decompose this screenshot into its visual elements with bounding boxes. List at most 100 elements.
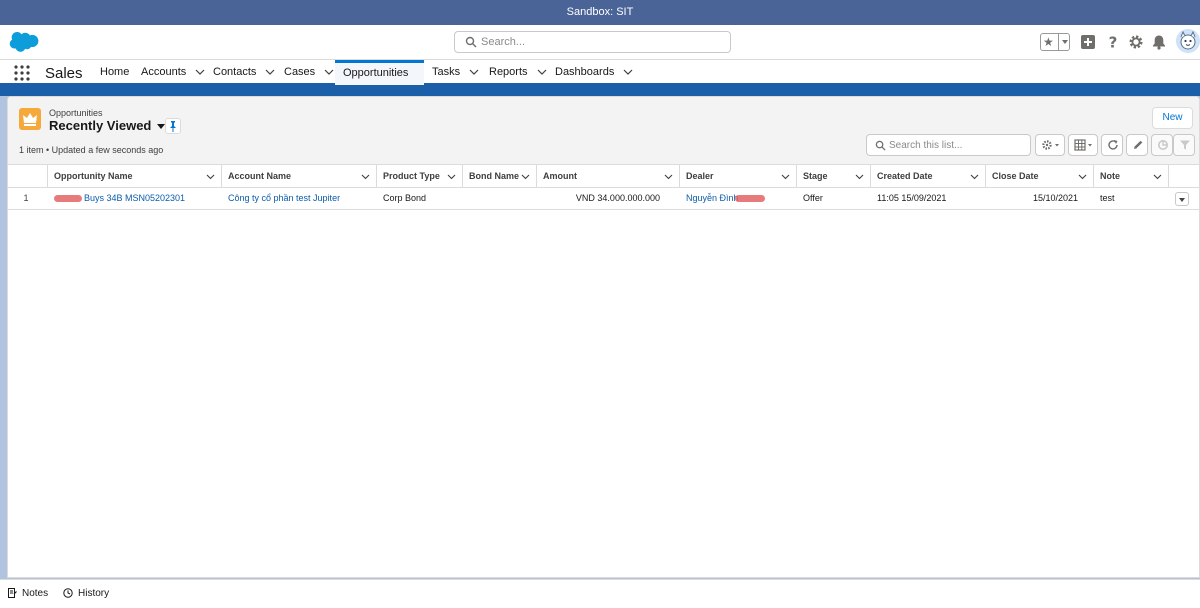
object-label: Opportunities xyxy=(49,108,103,118)
refresh-button[interactable] xyxy=(1101,134,1123,156)
column-header-label: Created Date xyxy=(877,171,933,181)
column-header-product-type[interactable]: Product Type xyxy=(377,165,463,188)
chevron-down-icon[interactable] xyxy=(623,67,633,77)
utility-item-notes[interactable]: Notes xyxy=(8,588,48,599)
nav-item-label: Tasks xyxy=(432,66,461,78)
global-search-input[interactable] xyxy=(481,34,721,50)
column-header-close-date[interactable]: Close Date xyxy=(986,165,1094,188)
column-header-dealer[interactable]: Dealer xyxy=(680,165,797,188)
row-actions-dropdown[interactable] xyxy=(1175,192,1189,206)
list-settings-button[interactable] xyxy=(1035,134,1065,156)
global-search[interactable] xyxy=(454,31,731,53)
favorites-button[interactable]: ★ xyxy=(1040,33,1070,51)
stage-text: Offer xyxy=(803,193,823,203)
opportunity-name-link[interactable]: Buys 34B MSN05202301 xyxy=(48,188,222,209)
dealer-link[interactable]: Nguyễn Đình xyxy=(680,188,797,209)
nav-item-opportunities[interactable]: Opportunities xyxy=(335,60,424,97)
chevron-down-icon[interactable] xyxy=(324,67,334,77)
close-date-cell: 15/10/2021 xyxy=(986,188,1086,209)
nav-item-cases[interactable]: Cases xyxy=(276,60,342,85)
chevron-down-icon[interactable] xyxy=(361,172,370,181)
inline-edit-button[interactable] xyxy=(1126,134,1148,156)
help-icon[interactable]: ? xyxy=(1105,34,1121,50)
nav-item-reports[interactable]: Reports xyxy=(481,60,555,85)
chevron-down-icon[interactable] xyxy=(855,172,864,181)
sandbox-banner: Sandbox: SIT xyxy=(0,0,1200,25)
list-view-selector[interactable]: Recently Viewed xyxy=(49,118,166,133)
search-icon xyxy=(465,36,477,48)
utility-bar: Notes History xyxy=(0,579,1200,608)
pencil-icon xyxy=(1134,140,1143,149)
favorites-dropdown-icon[interactable] xyxy=(1058,34,1070,50)
clock-icon xyxy=(63,588,73,599)
charts-button[interactable] xyxy=(1151,134,1173,156)
created-date-cell: 11:05 15/09/2021 xyxy=(871,188,986,209)
user-avatar[interactable] xyxy=(1176,29,1200,53)
utility-item-label: History xyxy=(78,588,110,599)
column-header-stage[interactable]: Stage xyxy=(797,165,871,188)
opportunity-object-icon xyxy=(19,108,41,130)
column-header-label: Opportunity Name xyxy=(54,171,133,181)
nav-item-label: Cases xyxy=(284,66,316,78)
salesforce-logo[interactable] xyxy=(9,32,39,53)
new-opportunity-button[interactable]: New xyxy=(1152,107,1193,129)
column-header-bond-name[interactable]: Bond Name xyxy=(463,165,537,188)
chevron-down-icon[interactable] xyxy=(195,67,205,77)
add-icon[interactable] xyxy=(1080,34,1096,50)
column-header-note[interactable]: Note xyxy=(1094,165,1169,188)
nav-item-label: Accounts xyxy=(141,66,187,78)
notifications-bell-icon[interactable] xyxy=(1151,34,1167,50)
column-header-amount[interactable]: Amount xyxy=(537,165,680,188)
chevron-down-icon[interactable] xyxy=(469,67,479,77)
created-date-text: 11:05 15/09/2021 xyxy=(877,193,947,203)
gear-icon[interactable] xyxy=(1128,34,1144,50)
list-search-input[interactable] xyxy=(889,138,1027,152)
account-name-link[interactable]: Công ty cổ phần test Jupiter xyxy=(222,188,377,209)
chevron-down-icon[interactable] xyxy=(1078,172,1087,181)
amount-text: VND 34.000.000.000 xyxy=(575,193,660,203)
nav-item-label: Reports xyxy=(489,66,528,78)
column-header-label: Close Date xyxy=(992,171,1039,181)
nav-item-home[interactable]: Home xyxy=(92,60,137,85)
astro-avatar-icon xyxy=(1176,29,1200,53)
nav-item-label: Opportunities xyxy=(343,67,409,79)
row-number-header xyxy=(8,165,48,188)
table-row[interactable]: 1 Buys 34B MSN05202301 Công ty cổ phần t… xyxy=(8,188,1199,210)
chevron-down-icon[interactable] xyxy=(521,172,530,181)
list-item-count-status: 1 item • Updated a few seconds ago xyxy=(19,145,164,155)
redaction-mark xyxy=(54,195,82,203)
nav-item-accounts[interactable]: Accounts xyxy=(133,60,213,85)
pin-list-view-button[interactable] xyxy=(165,118,181,134)
chevron-down-icon[interactable] xyxy=(1153,172,1162,181)
refresh-icon xyxy=(1108,140,1118,150)
display-as-button[interactable] xyxy=(1068,134,1098,156)
redaction-mark xyxy=(734,195,765,203)
column-header-account-name[interactable]: Account Name xyxy=(222,165,377,188)
chevron-down-icon[interactable] xyxy=(206,172,215,181)
utility-item-history[interactable]: History xyxy=(63,588,109,599)
chevron-down-icon[interactable] xyxy=(781,172,790,181)
nav-item-dashboards[interactable]: Dashboards xyxy=(547,60,641,85)
crown-icon xyxy=(23,113,37,126)
filter-button[interactable] xyxy=(1173,134,1195,156)
column-header-label: Bond Name xyxy=(469,171,520,181)
nav-item-tasks[interactable]: Tasks xyxy=(424,60,487,85)
column-header-created-date[interactable]: Created Date xyxy=(871,165,986,188)
column-header-label: Account Name xyxy=(228,171,292,181)
chevron-down-icon[interactable] xyxy=(970,172,979,181)
app-launcher-icon[interactable] xyxy=(14,65,30,81)
utility-item-label: Notes xyxy=(22,588,49,599)
nav-item-label: Contacts xyxy=(213,66,257,78)
account-name-text: Công ty cổ phần test Jupiter xyxy=(228,193,341,203)
amount-cell: VND 34.000.000.000 xyxy=(537,188,668,209)
nav-item-contacts[interactable]: Contacts xyxy=(205,60,283,85)
pin-icon xyxy=(170,121,176,132)
list-search[interactable] xyxy=(866,134,1031,156)
list-view-name: Recently Viewed xyxy=(49,118,152,133)
column-header-opportunity-name[interactable]: Opportunity Name xyxy=(48,165,222,188)
chevron-down-icon[interactable] xyxy=(664,172,673,181)
chevron-down-icon[interactable] xyxy=(537,67,547,77)
chevron-down-icon[interactable] xyxy=(265,67,275,77)
chevron-down-icon[interactable] xyxy=(447,172,456,181)
list-view-card: Opportunities Recently Viewed 1 item • U… xyxy=(7,96,1200,578)
